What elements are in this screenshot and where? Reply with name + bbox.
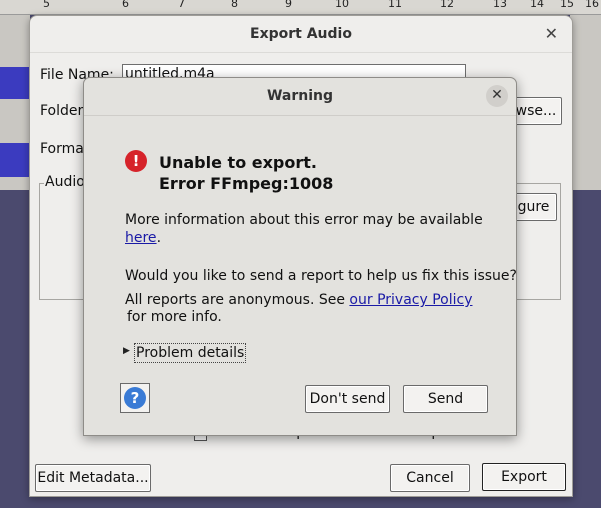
here-link[interactable]: here: [125, 230, 157, 246]
waveform: [0, 67, 30, 99]
disclosure-triangle-icon[interactable]: ▶: [123, 346, 130, 356]
error-code: Error FFmpeg:1008: [159, 174, 334, 193]
privacy-policy-link[interactable]: our Privacy Policy: [349, 292, 472, 308]
info-link-suffix: .: [156, 230, 162, 246]
send-button[interactable]: Send: [403, 385, 488, 413]
help-button[interactable]: ?: [120, 383, 150, 413]
dont-send-button[interactable]: Don't send: [305, 385, 390, 413]
ruler-tick: 8: [231, 0, 238, 10]
ruler-tick: 13: [493, 0, 507, 10]
warning-dialog-title: Warning: [84, 78, 516, 116]
ruler-tick: 6: [122, 0, 129, 10]
ruler-tick: 15: [560, 0, 574, 10]
waveform: [0, 143, 30, 177]
audio-track-right[interactable]: [570, 15, 601, 190]
export-dialog-title: Export Audio: [30, 16, 572, 53]
info-link-line: here.: [125, 230, 161, 246]
close-icon[interactable]: ✕: [486, 85, 508, 107]
folder-label: Folder: [40, 103, 84, 119]
error-icon: !: [125, 150, 147, 172]
audio-track-left[interactable]: [0, 15, 30, 190]
configure-button[interactable]: gure: [510, 193, 557, 221]
ruler-tick: 7: [178, 0, 185, 10]
anonymous-line: All reports are anonymous. See our Priva…: [125, 292, 472, 308]
browse-button[interactable]: wse...: [510, 97, 562, 125]
ruler-tick: 12: [440, 0, 454, 10]
cancel-button[interactable]: Cancel: [390, 464, 470, 492]
ruler-tick: 9: [285, 0, 292, 10]
ruler-tick: 14: [530, 0, 544, 10]
audio-group-label: Audio: [44, 174, 86, 190]
edit-metadata-button[interactable]: Edit Metadata...: [35, 464, 151, 492]
export-button[interactable]: Export: [482, 463, 566, 491]
timeline-ruler: 5 6 7 8 9 10 11 12 13 14 15 16: [0, 0, 601, 15]
ruler-tick: 5: [43, 0, 50, 10]
help-icon: ?: [124, 387, 146, 409]
anonymous-text: All reports are anonymous. See: [125, 292, 350, 308]
error-heading: Unable to export.: [159, 153, 317, 172]
problem-details-toggle[interactable]: Problem details: [134, 343, 247, 363]
report-question: Would you like to send a report to help …: [125, 268, 517, 284]
ruler-tick: 16: [585, 0, 599, 10]
ruler-tick: 11: [388, 0, 402, 10]
close-icon[interactable]: ✕: [545, 24, 558, 43]
ruler-tick: 10: [335, 0, 349, 10]
more-info-text: for more info.: [127, 309, 222, 325]
format-label: Forma: [40, 141, 84, 157]
warning-dialog: Warning ✕ ! Unable to export. Error FFmp…: [83, 77, 517, 436]
info-text: More information about this error may be…: [125, 212, 483, 228]
